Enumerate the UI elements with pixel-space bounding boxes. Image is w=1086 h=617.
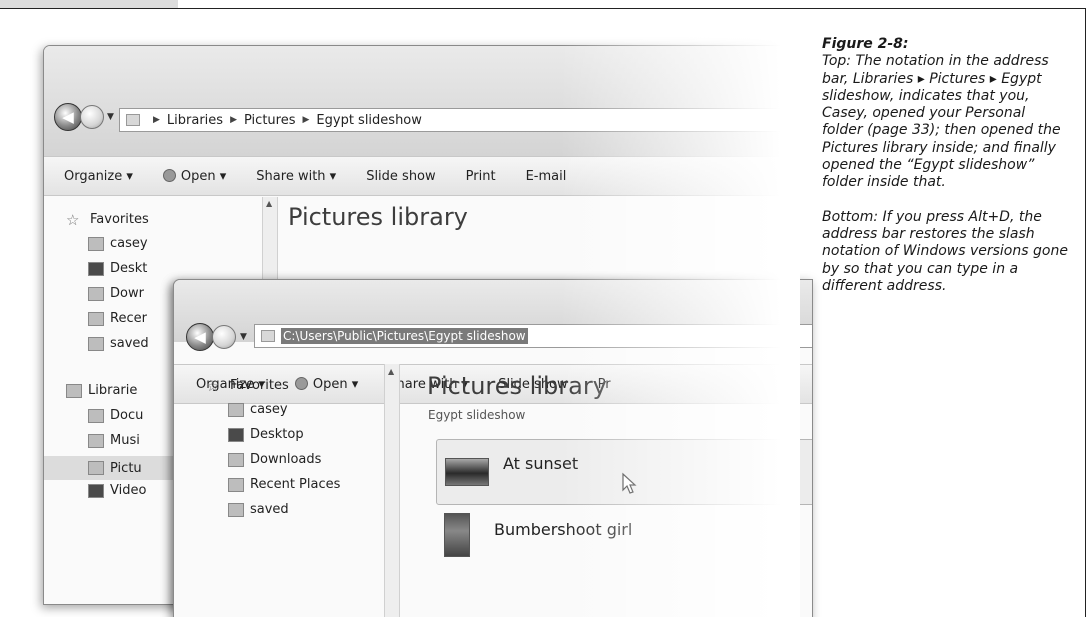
- caption-bottom-text: Bottom: If you press Alt+D, the address …: [822, 208, 1068, 294]
- folder-icon: [126, 114, 140, 126]
- open-menu[interactable]: Open ▾: [162, 168, 226, 184]
- nav-favorites[interactable]: ☆ Favorites: [66, 212, 149, 227]
- nav-music[interactable]: Musi: [88, 433, 140, 448]
- breadcrumb-separator-icon: ▶: [302, 115, 310, 125]
- pictures-icon: [88, 461, 104, 475]
- desktop-icon: [88, 261, 104, 276]
- breadcrumb-separator-icon: ▶: [153, 115, 160, 125]
- user-folder-icon: [228, 402, 244, 417]
- forward-arrow-icon[interactable]: [212, 325, 236, 349]
- nav-saved[interactable]: saved: [228, 502, 289, 517]
- share-with-menu[interactable]: Share with ▾: [256, 169, 336, 184]
- nav-downloads[interactable]: Dowr: [88, 286, 144, 301]
- library-title: Pictures library: [288, 203, 468, 231]
- chevron-down-icon[interactable]: ▼: [240, 332, 247, 342]
- photo-thumbnail: [444, 513, 470, 557]
- back-arrow-icon[interactable]: ◀: [186, 323, 214, 351]
- caption-top-text: Top: The notation in the address bar, Li…: [822, 53, 1061, 191]
- user-folder-icon: [88, 236, 104, 251]
- chevron-down-icon[interactable]: ▼: [107, 112, 114, 122]
- figure-label: Figure 2-8:: [822, 36, 909, 52]
- print-button[interactable]: Print: [466, 169, 496, 184]
- nav-favorites[interactable]: ☆ Favorites: [206, 378, 289, 393]
- documents-icon: [88, 408, 104, 423]
- organize-menu[interactable]: Organize ▾: [64, 169, 133, 184]
- desktop-icon: [228, 427, 244, 442]
- nav-recent[interactable]: Recer: [88, 311, 147, 326]
- nav-scrollbar[interactable]: ▲: [384, 364, 400, 617]
- nav-recent-places[interactable]: Recent Places: [228, 477, 340, 492]
- folder-icon: [261, 330, 275, 342]
- nav-videos[interactable]: Video: [88, 483, 146, 498]
- nav-downloads[interactable]: Downloads: [228, 452, 321, 467]
- address-path-text[interactable]: C:\Users\Public\Pictures\Egypt slideshow: [281, 328, 528, 344]
- back-arrow-icon[interactable]: ◀: [54, 103, 82, 131]
- photo-thumbnail: [445, 458, 489, 486]
- music-icon: [88, 433, 104, 448]
- nav-desktop[interactable]: Deskt: [88, 261, 147, 276]
- nav-casey[interactable]: casey: [228, 402, 288, 417]
- open-menu[interactable]: Open ▾: [294, 376, 358, 392]
- star-icon: ☆: [206, 376, 220, 395]
- breadcrumb-pictures[interactable]: Pictures: [244, 113, 295, 128]
- breadcrumb-separator-icon: ▶: [230, 115, 237, 125]
- videos-icon: [88, 483, 104, 498]
- scroll-up-icon[interactable]: ▲: [266, 199, 272, 208]
- recent-places-icon: [88, 311, 104, 326]
- star-icon: ☆: [66, 210, 80, 229]
- screenshot-fade: [560, 9, 800, 617]
- slide-show-button[interactable]: Slide show: [366, 169, 435, 184]
- nav-documents[interactable]: Docu: [88, 408, 143, 423]
- forward-arrow-icon[interactable]: [80, 105, 104, 129]
- figure-caption: Figure 2-8: Top: The notation in the add…: [822, 36, 1070, 295]
- open-icon: [162, 168, 176, 182]
- breadcrumb-egypt-slideshow[interactable]: Egypt slideshow: [316, 113, 422, 128]
- breadcrumb-libraries[interactable]: Libraries: [167, 113, 223, 128]
- recent-places-icon: [228, 477, 244, 492]
- downloads-icon: [88, 286, 104, 301]
- saved-search-icon: [228, 502, 244, 517]
- nav-pictures[interactable]: Pictu: [44, 456, 174, 480]
- nav-saved[interactable]: saved: [88, 336, 149, 351]
- scroll-up-icon[interactable]: ▲: [388, 367, 394, 376]
- library-icon: [66, 383, 82, 398]
- nav-desktop[interactable]: Desktop: [228, 427, 304, 442]
- open-icon: [294, 376, 308, 390]
- saved-search-icon: [88, 336, 104, 351]
- downloads-icon: [228, 452, 244, 467]
- nav-libraries[interactable]: Librarie: [66, 383, 137, 398]
- nav-casey[interactable]: casey: [88, 236, 148, 251]
- library-subtitle: Egypt slideshow: [428, 408, 526, 422]
